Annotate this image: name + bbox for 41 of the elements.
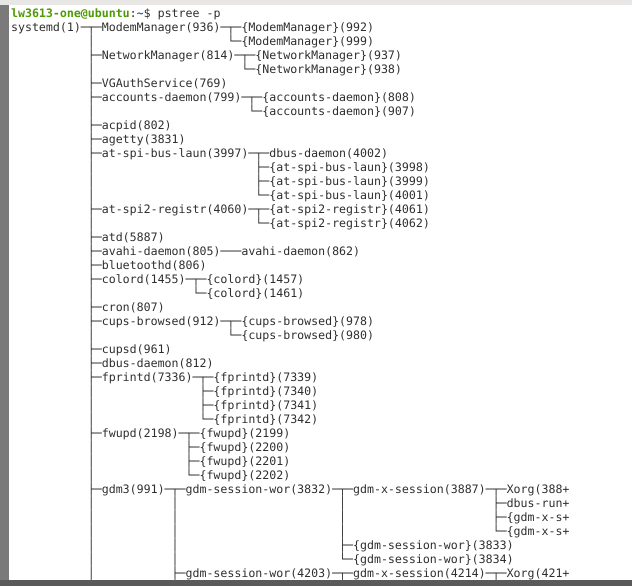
terminal-output-line: ├─NetworkManager(814)─┬─{NetworkManager}(937): [86, 48, 402, 62]
terminal-output-line: │ │ │ ├─dbus-run+: [86, 496, 570, 510]
terminal-output-line: ├─atd(5887): [86, 230, 165, 244]
terminal-output-line: │ └─{colord}(1461): [86, 286, 304, 300]
terminal-output-line: │ │ │ └─{gdm-x-s+: [86, 524, 570, 538]
terminal-output-line: │ │ │ ├─{gdm-x-s+: [86, 510, 570, 524]
terminal-output-line: ├─bluetoothd(806): [86, 258, 206, 272]
terminal-output-line: │ │ ├─{gdm-session-wor}(3833): [86, 538, 514, 552]
terminal-output-line: │ └─{cups-browsed}(980): [86, 328, 374, 342]
terminal-output-line: │ ├─{fwupd}(2200): [86, 440, 290, 454]
terminal-output-line: ├─gdm3(991)─┬─gdm-session-wor(3832)─┬─gdm-x-session(3887)─┬─Xorg(388+: [86, 482, 570, 496]
terminal-output-line: ├─at-spi2-registr(4060)─┬─{at-spi2-registr}(4061): [86, 202, 430, 216]
terminal-output-line: │ ├─{fwupd}(2201): [86, 454, 290, 468]
terminal-output-line: ├─agetty(3831): [86, 132, 186, 146]
terminal-output-line: │ ├─{fprintd}(7341): [86, 398, 318, 412]
terminal-output-line: │ ├─gdm-session-wor(4203)─┬─gdm-x-session(4214)─┬─Xorg(421+: [86, 566, 570, 580]
terminal-output-line: │ └─{NetworkManager}(938): [86, 62, 402, 76]
terminal-output-line: ├─fprintd(7336)─┬─{fprintd}(7339): [86, 370, 318, 384]
terminal-output-line: │ └─{accounts-daemon}(907): [86, 104, 416, 118]
terminal-output-line: │ └─{ModemManager}(999): [86, 34, 374, 48]
terminal-output-line: ├─colord(1455)─┬─{colord}(1457): [86, 272, 304, 286]
terminal-output-line: ├─cupsd(961): [86, 342, 172, 356]
terminal-output-line: ├─accounts-daemon(799)─┬─{accounts-daemon}(808): [86, 90, 416, 104]
terminal-output-line: systemd(1)─┬─ModemManager(936)─┬─{ModemManager}(992): [11, 20, 374, 34]
terminal-output-line: │ ├─{at-spi-bus-laun}(3999): [86, 174, 430, 188]
terminal-output-line: ├─dbus-daemon(812): [86, 356, 214, 370]
terminal-output-line: │ ├─{at-spi-bus-laun}(3998): [86, 160, 430, 174]
terminal-output-line: ├─fwupd(2198)─┬─{fwupd}(2199): [86, 426, 290, 440]
terminal-output-line: │ │ └─{gdm-session-wor}(3834): [86, 552, 514, 566]
terminal-output-line: │ └─{at-spi-bus-laun}(4001): [86, 188, 430, 202]
terminal-output-line: ├─cron(807): [86, 300, 165, 314]
terminal-output-line: │ └─{fprintd}(7342): [86, 412, 318, 426]
terminal-output-line: ├─cups-browsed(912)─┬─{cups-browsed}(978): [86, 314, 374, 328]
terminal-output-line: │ └─{fwupd}(2202): [86, 468, 290, 482]
terminal-output-line: │ └─{at-spi2-registr}(4062): [86, 216, 430, 230]
terminal-output-line: ├─acpid(802): [86, 118, 172, 132]
terminal-output-line: │ ├─{fprintd}(7340): [86, 384, 318, 398]
terminal-prompt-line: lw3613-one@ubuntu:~$ pstree -p: [11, 6, 220, 20]
terminal-output-line: ├─at-spi-bus-laun(3997)─┬─dbus-daemon(4002): [86, 146, 388, 160]
terminal-output-line: ├─VGAuthService(769): [86, 76, 228, 90]
terminal-output-line: ├─avahi-daemon(805)───avahi-daemon(862): [86, 244, 360, 258]
